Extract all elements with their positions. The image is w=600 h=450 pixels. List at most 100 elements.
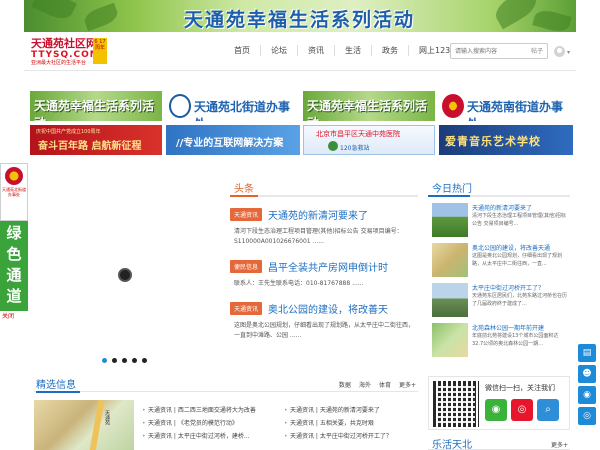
headline-link[interactable]: 昌平全装共产房网申倒计时 (268, 259, 388, 274)
slider-dot[interactable] (142, 358, 147, 363)
headline-item[interactable]: 天通资讯 奥北公园的建设，将改善天 这图是奥北公园规划，仔细看出现了规划路，从太… (230, 301, 418, 341)
green-channel-char: 色 (6, 245, 22, 263)
hot-item[interactable]: 太平庄中街过河桥开工了？ 天通苑东区居民们，北苑东路过河桥也在历了几届政府终于建… (428, 283, 570, 319)
ad-north-office[interactable]: 天通苑北街道办事处 (166, 91, 300, 121)
list-item[interactable]: 天通资讯 | 五相关要，共克时艰 (284, 417, 422, 430)
slider-dot[interactable] (102, 358, 107, 363)
play-icon[interactable] (118, 268, 132, 282)
headline-desc: 清河下段生态治理工程项目管理(其他)招标公告 交易项目编号：S110000A00… (234, 228, 403, 245)
ad-text: 奋斗百年路 启航新征程 (38, 141, 142, 152)
list-item[interactable]: 天通资讯 | 太平庄中街过河桥，建桥... (142, 430, 280, 443)
left-floating-ad[interactable]: 天通苑北街道办事处 绿 色 通 道 关闭 (0, 163, 30, 320)
green-channel-char: 绿 (6, 224, 22, 242)
category-tag[interactable]: 便民信息 (230, 260, 263, 273)
qr-code (433, 381, 479, 427)
featured-map-image[interactable]: 天通苑 (34, 399, 134, 450)
headline-link[interactable]: 奥北公园的建设，将改善天 (268, 301, 388, 316)
section-title: 乐活天北 (432, 440, 472, 450)
ad-south-office[interactable]: 天通苑南街道办事处 (439, 91, 573, 121)
ad-party-centenary[interactable]: 庆祝中国共产党成立100周年 奋斗百年路 启航新征程 (30, 125, 162, 155)
slider-dot[interactable] (132, 358, 137, 363)
top-banner[interactable]: 天通苑幸福生活系列活动 (24, 0, 576, 32)
headline-desc: 联系人：王先生联系电话：010-81767888 ...... (234, 280, 364, 287)
main-nav: 首页 论坛 资讯 生活 政务 网上12345 (224, 45, 470, 56)
hot-thumbnail[interactable] (432, 203, 468, 237)
headline-item[interactable]: 便民信息 昌平全装共产房网申倒计时 联系人：王先生联系电话：010-817678… (230, 259, 418, 289)
hot-title[interactable]: 太平庄中街过河桥开工了？ (472, 283, 544, 292)
app-icon[interactable]: ⌕ (537, 399, 559, 421)
wechat-icon[interactable]: ◉ (485, 399, 507, 421)
featured-tabs: 数据 海外 体育 更多+ (339, 380, 416, 389)
map-label: 天通苑 (104, 410, 110, 425)
ad-happy-life-2[interactable]: 天通苑幸福生活系列活动 (303, 91, 435, 121)
image-slider[interactable] (34, 180, 224, 370)
tab-more[interactable]: 更多+ (399, 380, 416, 389)
banner-title: 天通苑幸福生活系列活动 (184, 9, 416, 31)
emblem-icon (169, 94, 191, 118)
tab-data[interactable]: 数据 (339, 380, 351, 389)
follow-text: 微信扫一扫，关注我们 (485, 384, 555, 392)
float-org-name: 天通苑北街道办事处 (2, 187, 26, 197)
ad-internet-solutions[interactable]: //专业的互联网解决方案 (166, 125, 300, 155)
map-road (89, 399, 105, 450)
tab-sports[interactable]: 体育 (379, 380, 391, 389)
user-menu[interactable]: ▾ (554, 45, 576, 59)
category-tag[interactable]: 天通资讯 (230, 302, 263, 315)
site-logo[interactable]: 天通苑社区网 TTYSQ.COM 亚洲最大社区的生活平台 6 17 周年 (31, 38, 109, 66)
green-channel-char: 通 (6, 266, 22, 284)
hot-item[interactable]: 天通苑的新清河要来了 清河下段生态治理工程项目管理(其他)招标公告 交易项目编号… (428, 203, 570, 239)
ad-subtext: 120急救站 (340, 145, 370, 152)
hot-title[interactable]: 天通苑的新清河要来了 (472, 203, 532, 212)
leaf-decoration (31, 0, 77, 24)
nav-government[interactable]: 政务 (372, 45, 409, 56)
social-icons: ◉ ◎ ⌕ (485, 399, 559, 421)
weibo-icon[interactable]: ◎ (511, 399, 533, 421)
ad-subtext: 庆祝中国共产党成立100周年 (36, 129, 101, 135)
follow-us-card: 微信扫一扫，关注我们 ◉ ◎ ⌕ (428, 376, 570, 430)
nav-news[interactable]: 资讯 (298, 45, 335, 56)
green-channel-button[interactable]: 绿 色 通 道 (0, 221, 28, 311)
hot-title[interactable]: 奥北公园的建设，将改善天通 (472, 243, 550, 252)
hot-item[interactable]: 北苑森林公园一期年前开建 年底前北苑将建设13个城市公园面积达32.7公顷的奥北… (428, 323, 570, 359)
hot-thumbnail[interactable] (432, 323, 468, 357)
hot-thumbnail[interactable] (432, 243, 468, 277)
ad-music-school[interactable]: 爱青音乐艺术学校 (439, 125, 573, 155)
hot-item[interactable]: 奥北公园的建设，将改善天通 这图是奥北公园规划，仔细看出现了规划路，从太平庄中二… (428, 243, 570, 279)
float-org-card[interactable]: 天通苑北街道办事处 (0, 163, 28, 221)
ad-happy-life-1[interactable]: 天通苑幸福生活系列活动 (30, 91, 162, 121)
weibo-icon[interactable]: ◎ (578, 407, 596, 425)
slider-dot[interactable] (112, 358, 117, 363)
ad-hospital[interactable]: 北京市昌平区天通中苑医院 120急救站 (303, 125, 435, 155)
slider-dots (102, 358, 147, 363)
header-divider (24, 70, 576, 71)
nav-home[interactable]: 首页 (224, 45, 261, 56)
search-input[interactable] (451, 44, 515, 58)
list-item[interactable]: 天通资讯 | 太平庄中街过河桥开工了？ (284, 430, 422, 443)
headline-item[interactable]: 天通资讯 天通苑的新清河要来了 清河下段生态治理工程项目管理(其他)招标公告 交… (230, 207, 418, 247)
nav-forum[interactable]: 论坛 (261, 45, 298, 56)
nav-life[interactable]: 生活 (335, 45, 372, 56)
close-float-button[interactable]: 关闭 (0, 311, 30, 320)
headline-link[interactable]: 天通苑的新清河要来了 (268, 207, 368, 222)
hot-thumbnail[interactable] (432, 283, 468, 317)
ad-text: 爱青音乐艺术学校 (445, 135, 541, 148)
category-tag[interactable]: 天通资讯 (230, 208, 263, 221)
hot-title[interactable]: 北苑森林公园一期年前开建 (472, 323, 544, 332)
leaf-decoration (532, 7, 572, 32)
list-item[interactable]: 天通资讯 | 西二西三地面交通将大为改善 (142, 404, 280, 417)
list-item[interactable]: 天通资讯 | 天通苑的新清河要来了 (284, 404, 422, 417)
ad-text: 天通苑北街道办事处 (194, 100, 291, 121)
list-item[interactable]: 天通资讯 | 《老党员的模范行动》 (142, 417, 280, 430)
hot-desc: 年底前北苑将建设13个城市公园面积达32.7公顷的奥北森林公园一期... (472, 333, 559, 347)
qq-icon[interactable]: ☻ (578, 365, 596, 383)
more-link[interactable]: 更多+ (551, 440, 568, 449)
ad-text: 北京市昌平区天通中苑医院 (316, 130, 400, 138)
ad-text: //专业的互联网解决方案 (176, 138, 284, 149)
headline-desc: 这图是奥北公园规划，仔细看出现了规划路，从太平庄中二街往西，一直到中滩路、公园 … (234, 322, 415, 339)
slider-dot[interactable] (122, 358, 127, 363)
document-icon[interactable]: ▤ (578, 344, 596, 362)
ad-text: 天通苑南街道办事处 (467, 100, 564, 121)
wechat-icon[interactable]: ◉ (578, 386, 596, 404)
search-scope-button[interactable]: 帖子 (531, 46, 543, 55)
tab-overseas[interactable]: 海外 (359, 380, 371, 389)
